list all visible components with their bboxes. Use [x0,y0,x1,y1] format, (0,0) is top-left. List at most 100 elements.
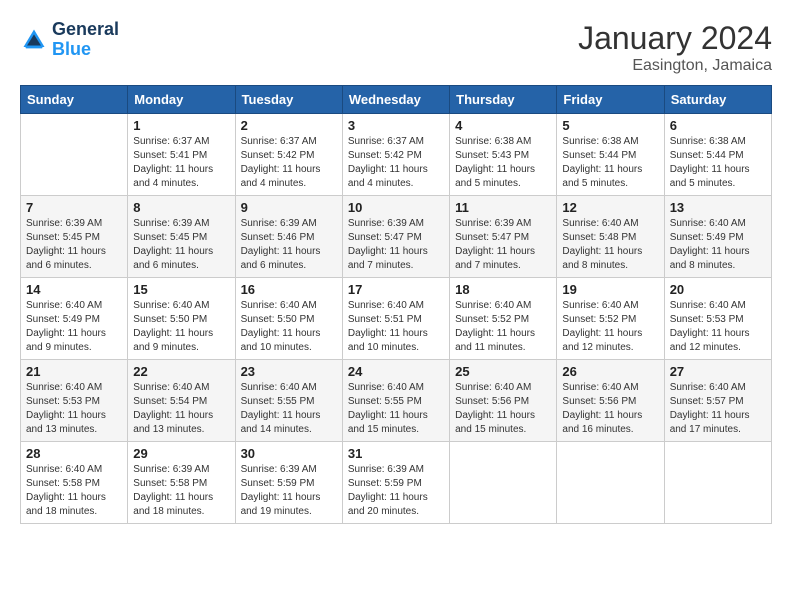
calendar-cell: 22 Sunrise: 6:40 AMSunset: 5:54 PMDayligh… [128,360,235,442]
day-info: Sunrise: 6:37 AMSunset: 5:42 PMDaylight:… [241,135,337,191]
day-number: 26 [562,364,658,379]
calendar-week-row: 14 Sunrise: 6:40 AMSunset: 5:49 PMDayligh… [21,278,772,360]
day-info: Sunrise: 6:39 AMSunset: 5:59 PMDaylight:… [348,463,444,519]
weekday-header-cell: Thursday [450,86,557,114]
day-number: 30 [241,446,337,461]
weekday-header-cell: Tuesday [235,86,342,114]
day-number: 24 [348,364,444,379]
calendar-cell: 12Sunrise: 6:40 AMSunset: 5:48 PMDayligh… [557,196,664,278]
day-number: 29 [133,446,229,461]
day-info: Sunrise: 6:39 AMSunset: 5:45 PMDaylight:… [26,217,122,273]
day-info: Sunrise: 6:39 AMSunset: 5:59 PMDaylight:… [241,463,337,519]
calendar-cell: 10Sunrise: 6:39 AMSunset: 5:47 PMDayligh… [342,196,449,278]
page-header: General Blue January 2024 Easington, Jam… [20,20,772,75]
day-info: Sunrise: 6:39 AMSunset: 5:45 PMDaylight:… [133,217,229,273]
calendar-cell: 24 Sunrise: 6:40 AMSunset: 5:55 PMDayligh… [342,360,449,442]
calendar-cell: 19Sunrise: 6:40 AMSunset: 5:52 PMDayligh… [557,278,664,360]
logo: General Blue [20,20,119,60]
calendar-cell: 20 Sunrise: 6:40 AMSunset: 5:53 PMDayligh… [664,278,771,360]
weekday-header-cell: Sunday [21,86,128,114]
logo-line1: General [52,20,119,40]
calendar-cell: 2 Sunrise: 6:37 AMSunset: 5:42 PMDaylight… [235,114,342,196]
day-info: Sunrise: 6:40 AMSunset: 5:49 PMDaylight:… [670,217,766,273]
day-info: Sunrise: 6:40 AMSunset: 5:58 PMDaylight:… [26,463,122,519]
day-number: 18 [455,282,551,297]
day-number: 27 [670,364,766,379]
day-number: 22 [133,364,229,379]
month-title: January 2024 [578,20,772,57]
day-number: 25 [455,364,551,379]
calendar-cell: 21 Sunrise: 6:40 AMSunset: 5:53 PMDayligh… [21,360,128,442]
day-info: Sunrise: 6:40 AMSunset: 5:50 PMDaylight:… [133,299,229,355]
day-info: Sunrise: 6:40 AMSunset: 5:53 PMDaylight:… [26,381,122,437]
day-info: Sunrise: 6:40 AMSunset: 5:57 PMDaylight:… [670,381,766,437]
day-info: Sunrise: 6:40 AMSunset: 5:56 PMDaylight:… [455,381,551,437]
location: Easington, Jamaica [578,57,772,75]
day-number: 28 [26,446,122,461]
day-number: 17 [348,282,444,297]
day-info: Sunrise: 6:39 AMSunset: 5:46 PMDaylight:… [241,217,337,273]
day-number: 23 [241,364,337,379]
day-number: 15 [133,282,229,297]
calendar-cell: 29 Sunrise: 6:39 AMSunset: 5:58 PMDayligh… [128,442,235,524]
calendar-cell: 14 Sunrise: 6:40 AMSunset: 5:49 PMDayligh… [21,278,128,360]
calendar-cell: 6Sunrise: 6:38 AMSunset: 5:44 PMDaylight… [664,114,771,196]
day-info: Sunrise: 6:40 AMSunset: 5:54 PMDaylight:… [133,381,229,437]
day-number: 9 [241,200,337,215]
day-info: Sunrise: 6:40 AMSunset: 5:53 PMDaylight:… [670,299,766,355]
calendar-week-row: 7 Sunrise: 6:39 AMSunset: 5:45 PMDaylight… [21,196,772,278]
day-info: Sunrise: 6:38 AMSunset: 5:44 PMDaylight:… [670,135,766,191]
day-number: 7 [26,200,122,215]
calendar-cell: 16Sunrise: 6:40 AMSunset: 5:50 PMDayligh… [235,278,342,360]
calendar-cell: 15 Sunrise: 6:40 AMSunset: 5:50 PMDayligh… [128,278,235,360]
day-info: Sunrise: 6:37 AMSunset: 5:42 PMDaylight:… [348,135,444,191]
calendar-cell: 27 Sunrise: 6:40 AMSunset: 5:57 PMDayligh… [664,360,771,442]
calendar-cell: 31 Sunrise: 6:39 AMSunset: 5:59 PMDayligh… [342,442,449,524]
calendar-body: 1 Sunrise: 6:37 AMSunset: 5:41 PMDaylight… [21,114,772,524]
day-number: 5 [562,118,658,133]
day-number: 14 [26,282,122,297]
day-info: Sunrise: 6:40 AMSunset: 5:50 PMDaylight:… [241,299,337,355]
calendar-cell: 1 Sunrise: 6:37 AMSunset: 5:41 PMDaylight… [128,114,235,196]
logo-text-block: General Blue [52,20,119,60]
day-info: Sunrise: 6:37 AMSunset: 5:41 PMDaylight:… [133,135,229,191]
day-info: Sunrise: 6:39 AMSunset: 5:58 PMDaylight:… [133,463,229,519]
calendar-cell [664,442,771,524]
calendar-cell: 5 Sunrise: 6:38 AMSunset: 5:44 PMDaylight… [557,114,664,196]
day-info: Sunrise: 6:38 AMSunset: 5:44 PMDaylight:… [562,135,658,191]
calendar-table: SundayMondayTuesdayWednesdayThursdayFrid… [20,85,772,524]
day-number: 19 [562,282,658,297]
weekday-header-row: SundayMondayTuesdayWednesdayThursdayFrid… [21,86,772,114]
day-number: 20 [670,282,766,297]
day-number: 4 [455,118,551,133]
day-number: 3 [348,118,444,133]
day-info: Sunrise: 6:38 AMSunset: 5:43 PMDaylight:… [455,135,551,191]
calendar-cell: 7 Sunrise: 6:39 AMSunset: 5:45 PMDaylight… [21,196,128,278]
calendar-cell: 8Sunrise: 6:39 AMSunset: 5:45 PMDaylight… [128,196,235,278]
day-info: Sunrise: 6:40 AMSunset: 5:56 PMDaylight:… [562,381,658,437]
day-info: Sunrise: 6:40 AMSunset: 5:49 PMDaylight:… [26,299,122,355]
day-number: 13 [670,200,766,215]
day-info: Sunrise: 6:40 AMSunset: 5:48 PMDaylight:… [562,217,658,273]
calendar-cell: 18 Sunrise: 6:40 AMSunset: 5:52 PMDayligh… [450,278,557,360]
calendar-cell [557,442,664,524]
calendar-cell: 30 Sunrise: 6:39 AMSunset: 5:59 PMDayligh… [235,442,342,524]
day-number: 21 [26,364,122,379]
calendar-cell: 11Sunrise: 6:39 AMSunset: 5:47 PMDayligh… [450,196,557,278]
calendar-cell: 23Sunrise: 6:40 AMSunset: 5:55 PMDayligh… [235,360,342,442]
calendar-cell: 9 Sunrise: 6:39 AMSunset: 5:46 PMDaylight… [235,196,342,278]
calendar-cell [21,114,128,196]
day-number: 31 [348,446,444,461]
calendar-cell: 26 Sunrise: 6:40 AMSunset: 5:56 PMDayligh… [557,360,664,442]
day-info: Sunrise: 6:39 AMSunset: 5:47 PMDaylight:… [348,217,444,273]
day-number: 11 [455,200,551,215]
weekday-header-cell: Saturday [664,86,771,114]
day-number: 2 [241,118,337,133]
calendar-cell: 17Sunrise: 6:40 AMSunset: 5:51 PMDayligh… [342,278,449,360]
day-info: Sunrise: 6:40 AMSunset: 5:52 PMDaylight:… [455,299,551,355]
weekday-header-cell: Monday [128,86,235,114]
day-info: Sunrise: 6:40 AMSunset: 5:55 PMDaylight:… [348,381,444,437]
day-number: 1 [133,118,229,133]
title-block: January 2024 Easington, Jamaica [578,20,772,75]
calendar-cell: 4 Sunrise: 6:38 AMSunset: 5:43 PMDaylight… [450,114,557,196]
